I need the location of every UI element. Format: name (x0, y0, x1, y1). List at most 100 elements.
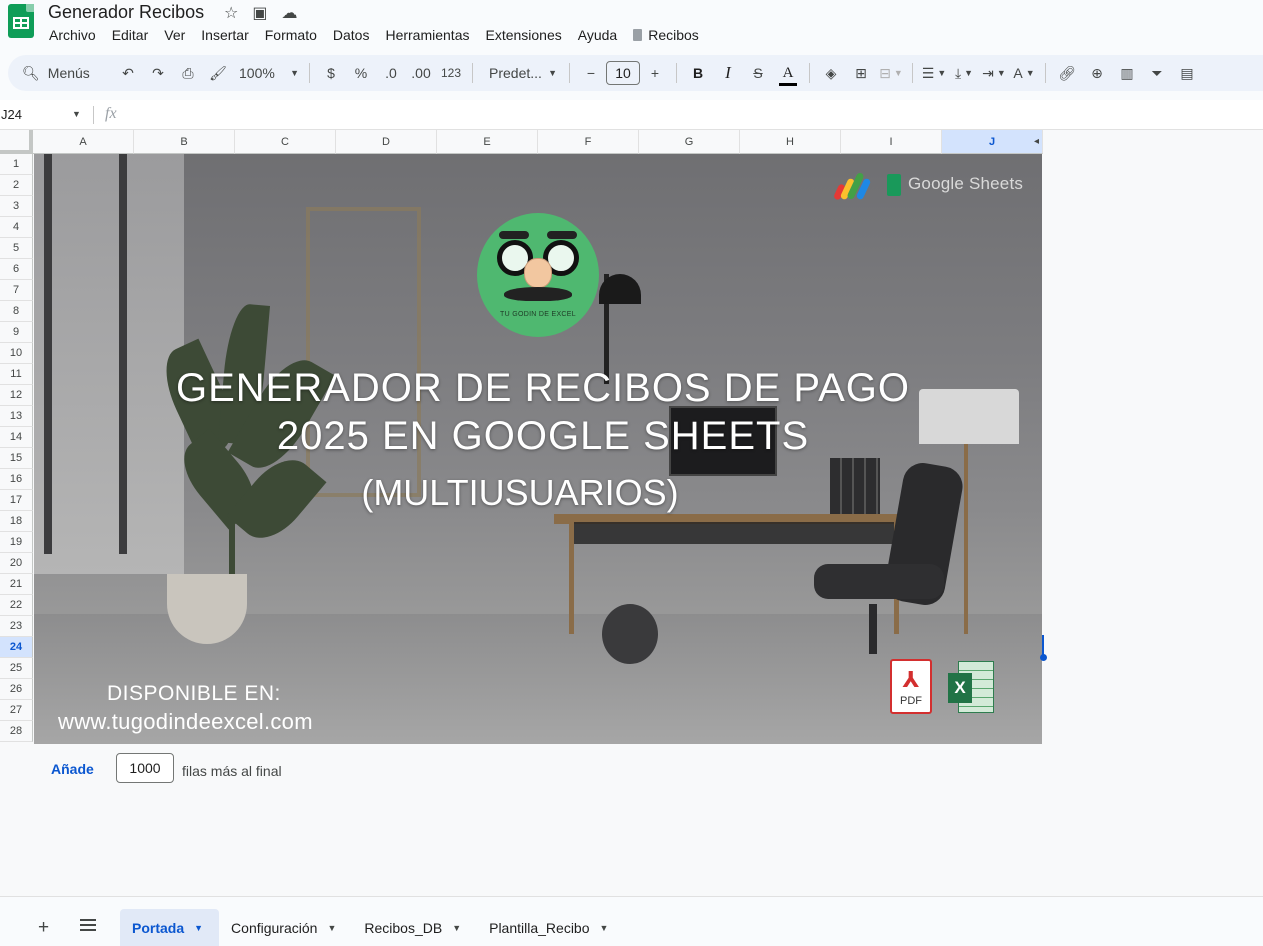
undo-icon[interactable]: ↶ (113, 59, 143, 87)
row-header-15[interactable]: 15 (0, 448, 33, 469)
menu-editar[interactable]: Editar (112, 27, 149, 43)
insert-link-icon[interactable]: 🔗︎ (1052, 59, 1082, 87)
row-header-25[interactable]: 25 (0, 658, 33, 679)
column-header-a[interactable]: A (33, 130, 134, 154)
fill-color-icon[interactable]: ◈ (816, 59, 846, 87)
row-header-26[interactable]: 26 (0, 679, 33, 700)
italic-button[interactable]: I (713, 59, 743, 87)
row-header-12[interactable]: 12 (0, 385, 33, 406)
row-header-23[interactable]: 23 (0, 616, 33, 637)
row-header-21[interactable]: 21 (0, 574, 33, 595)
decrease-font-size-icon[interactable]: − (576, 59, 606, 87)
row-header-8[interactable]: 8 (0, 301, 33, 322)
tab-plantilla-recibo[interactable]: Plantilla_Recibo ▼ (477, 909, 624, 946)
row-header-28[interactable]: 28 (0, 721, 33, 742)
all-sheets-icon[interactable] (80, 919, 96, 931)
tab-configuracion[interactable]: Configuración ▼ (219, 909, 352, 946)
vertical-align-icon[interactable]: ⤓ ▼ (949, 59, 979, 87)
row-header-20[interactable]: 20 (0, 553, 33, 574)
text-wrap-icon[interactable]: ⇥ ▼ (979, 59, 1009, 87)
add-sheet-button[interactable]: + (38, 917, 49, 939)
row-header-22[interactable]: 22 (0, 595, 33, 616)
bold-button[interactable]: B (683, 59, 713, 87)
row-header-4[interactable]: 4 (0, 217, 33, 238)
row-header-13[interactable]: 13 (0, 406, 33, 427)
menu-ayuda[interactable]: Ayuda (578, 27, 617, 43)
row-header-18[interactable]: 18 (0, 511, 33, 532)
paint-format-icon[interactable]: 🖌︎ (203, 59, 233, 87)
text-color-button[interactable]: A (773, 59, 803, 87)
document-title[interactable]: Generador Recibos (48, 2, 204, 23)
increase-decimal-button[interactable]: .00 (406, 59, 436, 87)
menu-extensiones[interactable]: Extensiones (485, 27, 561, 43)
column-header-b[interactable]: B (134, 130, 235, 154)
number-format-button[interactable]: 123 (436, 59, 466, 87)
menu-formato[interactable]: Formato (265, 27, 317, 43)
tab-recibos-db[interactable]: Recibos_DB ▼ (352, 909, 477, 946)
menu-herramientas[interactable]: Herramientas (385, 27, 469, 43)
column-header-g[interactable]: G (639, 130, 740, 154)
insert-chart-icon[interactable]: ▥ (1112, 59, 1142, 87)
move-folder-icon[interactable]: ▣ (252, 3, 267, 23)
cover-image[interactable]: Google Sheets TU GODIN DE EXCEL GENERADO… (34, 154, 1042, 744)
selection-fill-handle[interactable] (1040, 654, 1047, 661)
select-all-corner[interactable] (0, 130, 33, 154)
rows-count-input[interactable]: 1000 (116, 753, 174, 783)
menu-archivo[interactable]: Archivo (49, 27, 96, 43)
row-header-3[interactable]: 3 (0, 196, 33, 217)
print-icon[interactable]: ⎙ (173, 59, 203, 87)
chevron-down-icon[interactable]: ▼ (452, 923, 461, 933)
borders-icon[interactable]: ⊞ (846, 59, 876, 87)
zoom-select[interactable]: 100% ▼ (233, 65, 303, 81)
row-header-17[interactable]: 17 (0, 490, 33, 511)
increase-font-size-icon[interactable]: + (640, 59, 670, 87)
percent-format-button[interactable]: % (346, 59, 376, 87)
column-header-d[interactable]: D (336, 130, 437, 154)
currency-format-button[interactable]: $ (316, 59, 346, 87)
row-header-27[interactable]: 27 (0, 700, 33, 721)
row-header-10[interactable]: 10 (0, 343, 33, 364)
menu-search[interactable]: 🔍︎ Menús (8, 65, 113, 82)
row-header-2[interactable]: 2 (0, 175, 33, 196)
row-header-7[interactable]: 7 (0, 280, 33, 301)
chevron-down-icon[interactable]: ▼ (72, 109, 81, 119)
row-header-9[interactable]: 9 (0, 322, 33, 343)
row-header-24[interactable]: 24 (0, 637, 33, 658)
row-header-19[interactable]: 19 (0, 532, 33, 553)
merge-cells-icon[interactable]: ⊟ ▼ (876, 59, 906, 87)
filter-views-icon[interactable]: ▤ (1172, 59, 1202, 87)
star-icon[interactable]: ☆ (224, 3, 238, 23)
menu-datos[interactable]: Datos (333, 27, 370, 43)
row-header-14[interactable]: 14 (0, 427, 33, 448)
cloud-status-icon[interactable]: ☁ (281, 3, 297, 23)
redo-icon[interactable]: ↷ (143, 59, 173, 87)
menu-ver[interactable]: Ver (164, 27, 185, 43)
row-header-6[interactable]: 6 (0, 259, 33, 280)
text-rotation-icon[interactable]: A ▼ (1009, 59, 1039, 87)
horizontal-align-icon[interactable]: ☰ ▼ (919, 59, 949, 87)
add-rows-button[interactable]: Añade (51, 761, 94, 777)
row-header-11[interactable]: 11 (0, 364, 33, 385)
chevron-down-icon[interactable]: ▼ (600, 923, 609, 933)
menu-insertar[interactable]: Insertar (201, 27, 248, 43)
tab-portada[interactable]: Portada ▼ (120, 909, 220, 946)
column-header-c[interactable]: C (235, 130, 336, 154)
row-header-1[interactable]: 1 (0, 154, 33, 175)
chevron-down-icon[interactable]: ▼ (194, 923, 203, 933)
row-header-5[interactable]: 5 (0, 238, 33, 259)
row-header-16[interactable]: 16 (0, 469, 33, 490)
font-select[interactable]: Predet... ▼ (479, 65, 563, 81)
name-box[interactable]: J24 (1, 107, 22, 122)
column-header-e[interactable]: E (437, 130, 538, 154)
menu-recibos[interactable]: Recibos (633, 27, 699, 43)
column-header-f[interactable]: F (538, 130, 639, 154)
column-header-i[interactable]: I (841, 130, 942, 154)
sheets-logo-icon[interactable] (8, 4, 34, 38)
font-size-input[interactable]: 10 (606, 61, 640, 85)
strikethrough-button[interactable]: S (743, 59, 773, 87)
decrease-decimal-button[interactable]: .0 (376, 59, 406, 87)
filter-icon[interactable]: ⏷ (1142, 59, 1172, 87)
chevron-down-icon[interactable]: ▼ (327, 923, 336, 933)
column-header-j[interactable]: J (942, 130, 1043, 154)
column-header-h[interactable]: H (740, 130, 841, 154)
